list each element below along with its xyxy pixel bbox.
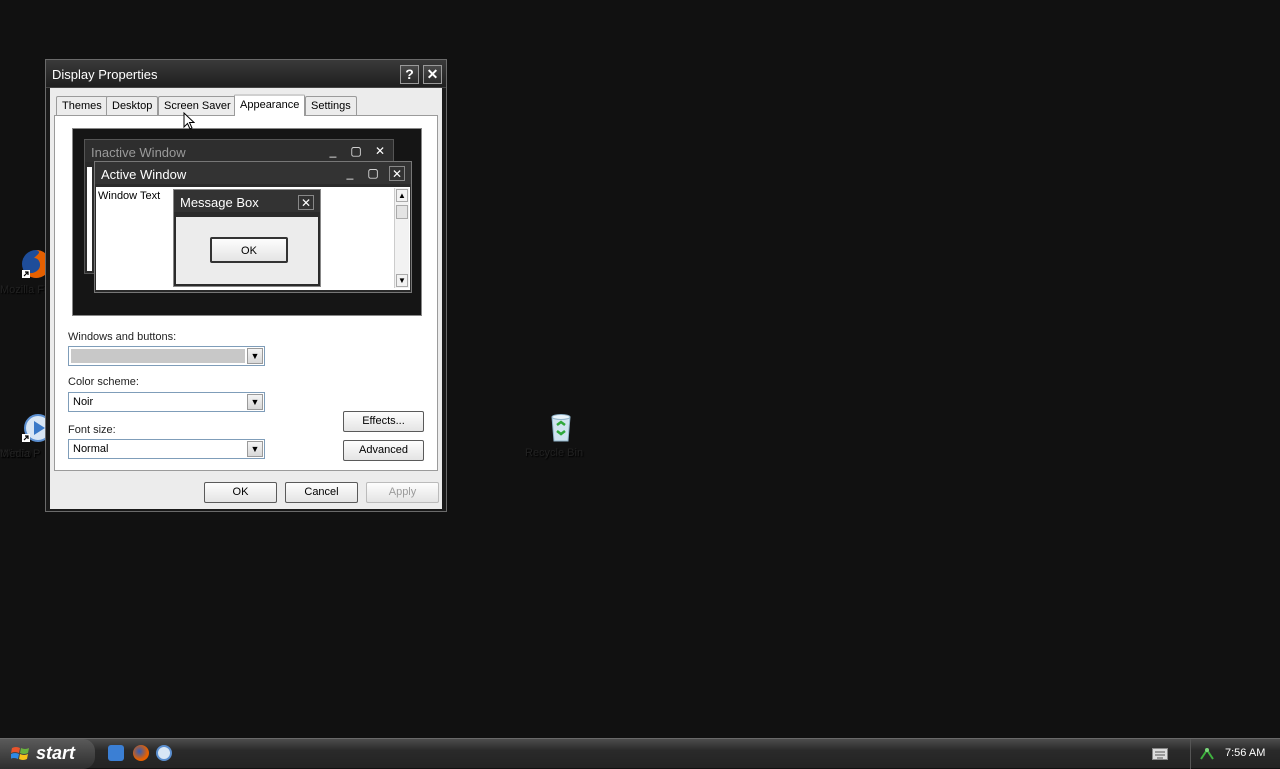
mouse-cursor-icon — [183, 112, 195, 130]
windows-and-buttons-select[interactable]: ▼ — [68, 346, 265, 366]
active-window-title: Active Window — [101, 167, 187, 182]
network-icon[interactable] — [1199, 746, 1215, 762]
tab-settings[interactable]: Settings — [305, 96, 357, 115]
effects-label: Effects... — [362, 415, 405, 427]
color-scheme-select[interactable]: Noir ▼ — [68, 392, 265, 412]
chevron-down-icon[interactable]: ▼ — [247, 441, 263, 457]
tab-label: Desktop — [112, 100, 153, 112]
ok-label: OK — [232, 486, 249, 498]
maximize-icon: ▢ — [367, 166, 379, 180]
taskbar: start 7:56 AM — [0, 738, 1280, 769]
windows-and-buttons-label: Windows and buttons: — [68, 331, 177, 343]
apply-label: Apply — [388, 486, 417, 498]
effects-button[interactable]: Effects... — [343, 411, 424, 432]
tab-label: Appearance — [240, 99, 300, 111]
close-icon: ✕ — [374, 144, 386, 158]
close-icon: ✕ — [426, 66, 439, 82]
minimize-icon: _ — [346, 166, 354, 180]
message-box-ok-label: OK — [241, 245, 257, 257]
display-properties-window: Display Properties ? ✕ Themes Desktop Sc… — [45, 59, 447, 512]
tab-themes[interactable]: Themes — [56, 96, 108, 115]
windows-logo-icon — [11, 747, 29, 760]
minimize-icon: _ — [329, 144, 337, 158]
close-button[interactable]: ✕ — [423, 65, 442, 84]
advanced-button[interactable]: Advanced — [343, 440, 424, 461]
desktop-icon-label: Mozilla Fi — [0, 284, 47, 296]
start-button[interactable]: start — [0, 739, 95, 769]
cancel-button[interactable]: Cancel — [285, 482, 358, 503]
maximize-icon: ▢ — [350, 144, 362, 158]
desktop-icon-label-line2: Media P — [0, 448, 41, 460]
font-size-select[interactable]: Normal ▼ — [68, 439, 265, 459]
help-icon: ? — [405, 66, 414, 82]
inactive-window-title: Inactive Window — [91, 145, 186, 160]
scroll-up-icon: ▲ — [396, 189, 408, 202]
close-icon: ✕ — [298, 195, 314, 210]
chevron-down-icon[interactable]: ▼ — [247, 348, 263, 364]
appearance-preview: Inactive Window _ ▢ ✕ Active Window _ ▢ — [72, 128, 422, 316]
tab-label: Settings — [311, 100, 351, 112]
dialog-body: Themes Desktop Screen Saver Appearance S… — [50, 88, 442, 509]
font-size-label: Font size: — [68, 424, 116, 436]
recycle-bin-icon — [551, 414, 571, 442]
clock[interactable]: 7:56 AM — [1225, 747, 1265, 759]
tab-appearance[interactable]: Appearance — [234, 94, 306, 116]
start-label: start — [36, 743, 76, 763]
scroll-down-icon: ▼ — [396, 274, 408, 287]
cancel-label: Cancel — [304, 486, 339, 498]
tab-label: Screen Saver — [164, 100, 231, 112]
preview-active-title: Active Window — [95, 162, 411, 184]
tab-desktop[interactable]: Desktop — [106, 96, 159, 115]
quicklaunch-firefox-icon[interactable] — [133, 745, 149, 761]
title-bar[interactable]: Display Properties ? ✕ — [46, 60, 446, 88]
help-button[interactable]: ? — [400, 65, 419, 84]
appearance-panel: Inactive Window _ ▢ ✕ Active Window _ ▢ — [54, 115, 438, 471]
close-icon: ✕ — [389, 166, 405, 181]
message-box-title: Message Box — [180, 195, 259, 210]
quicklaunch-ie-icon[interactable] — [108, 745, 124, 761]
preview-scrollbar: ▲ ▼ — [394, 188, 409, 288]
system-tray: 7:56 AM — [1190, 739, 1280, 769]
desktop: Mozilla Fi Windo Media P Recycle Bin Dis… — [0, 0, 1280, 738]
ok-button[interactable]: OK — [204, 482, 277, 503]
combo-disabled-fill — [71, 349, 245, 363]
advanced-label: Advanced — [359, 444, 408, 456]
quicklaunch-media-player-icon[interactable] — [156, 745, 172, 761]
inactive-window-edge — [87, 167, 92, 271]
tab-screen-saver[interactable]: Screen Saver — [158, 96, 237, 115]
window-title: Display Properties — [52, 67, 158, 82]
message-box-body: OK — [176, 217, 318, 284]
message-box-ok-button: OK — [210, 237, 288, 263]
chevron-down-icon[interactable]: ▼ — [247, 394, 263, 410]
keyboard-icon[interactable] — [1152, 748, 1168, 760]
color-scheme-value: Noir — [73, 396, 94, 408]
tab-label: Themes — [62, 100, 102, 112]
font-size-value: Normal — [73, 443, 109, 455]
color-scheme-label: Color scheme: — [68, 376, 139, 388]
desktop-icon-recycle-bin[interactable]: Recycle Bin — [525, 411, 597, 459]
apply-button[interactable]: Apply — [366, 482, 439, 503]
preview-message-box: Message Box ✕ OK — [173, 189, 321, 287]
preview-inactive-title: Inactive Window — [85, 140, 393, 162]
scroll-thumb — [396, 205, 408, 219]
window-text: Window Text — [98, 190, 161, 202]
desktop-icon-label: Recycle Bin — [525, 447, 584, 459]
